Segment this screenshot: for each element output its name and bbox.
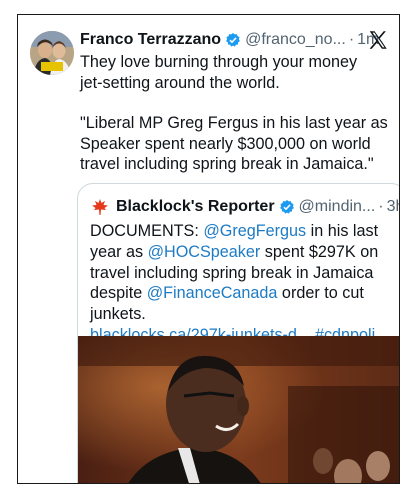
separator-dot: · — [348, 31, 355, 48]
quoted-text-part: DOCUMENTS: — [90, 222, 204, 240]
author-avatar[interactable] — [30, 31, 74, 75]
tweet-card[interactable]: Franco Terrazzano @franco_no... · 1m The… — [17, 14, 400, 484]
quoted-text: DOCUMENTS: @GregFergus in his last year … — [90, 221, 382, 346]
quoted-header: Blacklock's Reporter @mindin... · 3h — [90, 196, 399, 218]
quoted-time[interactable]: 3h — [387, 198, 399, 216]
author-handle[interactable]: @franco_no... — [245, 31, 346, 49]
verified-badge-icon — [279, 199, 295, 215]
quoted-author-handle[interactable]: @mindin... — [299, 198, 376, 216]
mention-hocspeaker[interactable]: @HOCSpeaker — [148, 243, 261, 261]
tweet-header: Franco Terrazzano @franco_no... · 1m — [80, 29, 389, 51]
x-logo-icon[interactable] — [367, 29, 389, 51]
verified-badge-icon — [225, 32, 241, 48]
tweet-content: Franco Terrazzano @franco_no... · 1m The… — [80, 29, 389, 195]
separator-dot: · — [378, 198, 384, 215]
tweet-text: They love burning through your money jet… — [80, 52, 388, 175]
tweet-text-line1: They love burning through your money jet… — [80, 53, 358, 92]
author-name[interactable]: Franco Terrazzano — [80, 31, 221, 49]
quoted-tweet[interactable]: Blacklock's Reporter @mindin... · 3h DOC… — [77, 183, 399, 483]
blacklocks-logo-icon — [90, 197, 110, 217]
tweet-text-quote: "Liberal MP Greg Fergus in his last year… — [80, 114, 388, 173]
quoted-author-name[interactable]: Blacklock's Reporter — [116, 198, 275, 216]
quoted-media-image[interactable] — [78, 336, 399, 483]
mention-financecanada[interactable]: @FinanceCanada — [147, 284, 278, 302]
mention-gregfergus[interactable]: @GregFergus — [203, 222, 306, 240]
